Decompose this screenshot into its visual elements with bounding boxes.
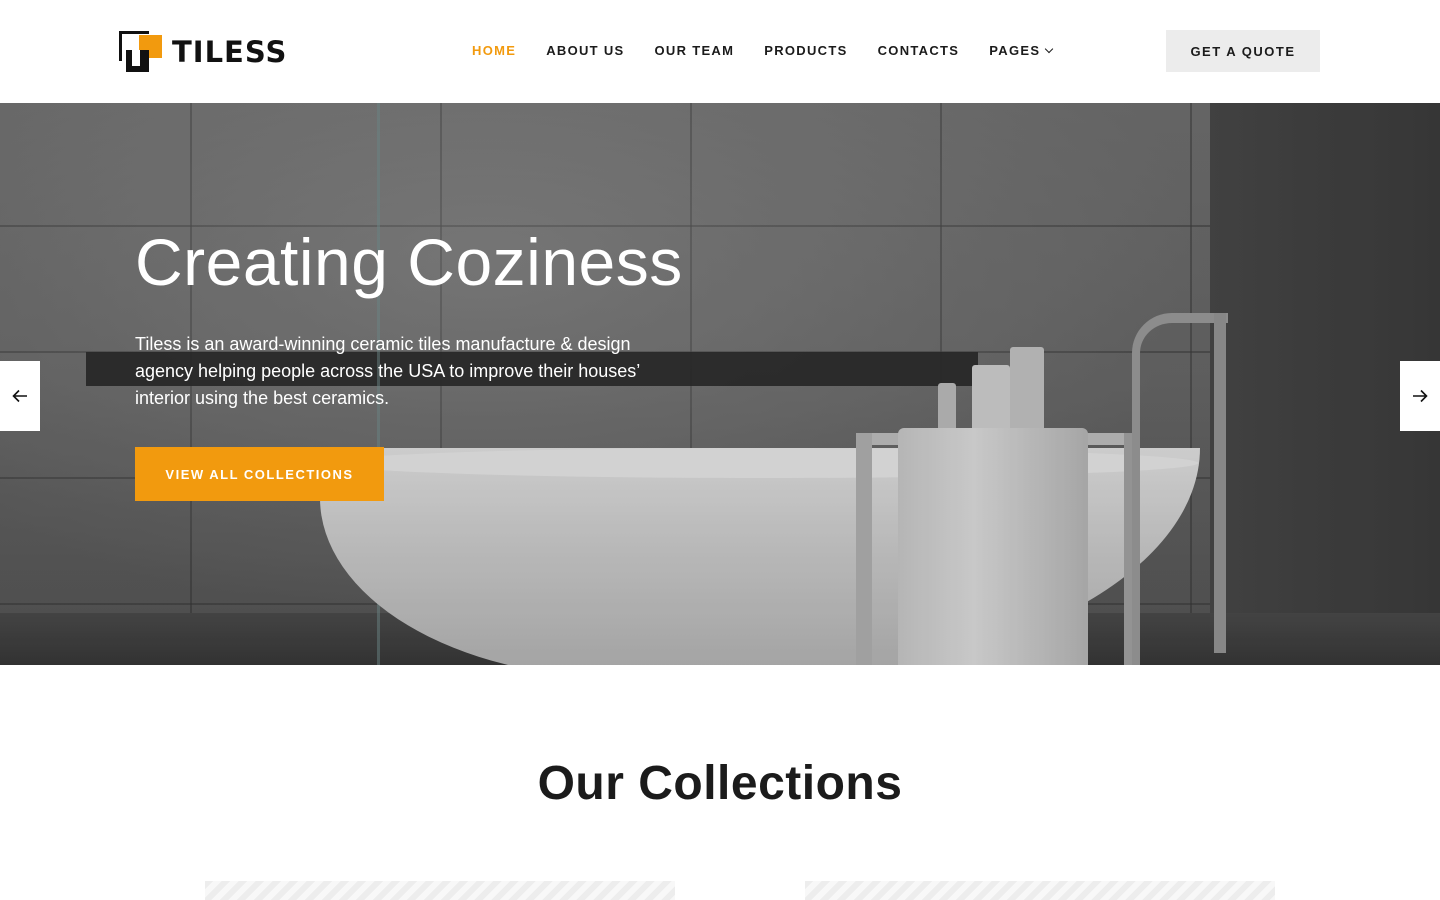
logo-icon	[119, 30, 163, 74]
arrow-right-icon	[1413, 389, 1428, 403]
main-nav: HOME ABOUT US OUR TEAM PRODUCTS CONTACTS…	[472, 43, 1082, 58]
brand-name: TILESS	[172, 34, 288, 69]
nav-item-products[interactable]: PRODUCTS	[764, 43, 847, 58]
arrow-left-icon	[12, 389, 27, 403]
nav-item-home[interactable]: HOME	[472, 43, 516, 58]
hero-title: Creating Coziness	[135, 225, 683, 299]
nav-item-our-team[interactable]: OUR TEAM	[655, 43, 735, 58]
get-a-quote-button[interactable]: GET A QUOTE	[1166, 30, 1320, 72]
site-header: TILESS HOME ABOUT US OUR TEAM PRODUCTS C…	[0, 0, 1440, 103]
slider-prev-button[interactable]	[0, 361, 40, 431]
collection-card-placeholder	[205, 881, 675, 900]
hero-slider: Creating Coziness Tiless is an award-win…	[0, 103, 1440, 665]
brand-logo[interactable]: TILESS	[119, 29, 287, 75]
hero-description: Tiless is an award-winning ceramic tiles…	[135, 334, 640, 408]
nav-item-pages[interactable]: PAGES	[989, 43, 1054, 58]
view-all-collections-button[interactable]: VIEW ALL COLLECTIONS	[135, 447, 384, 501]
slider-next-button[interactable]	[1400, 361, 1440, 431]
collection-card-placeholder	[805, 881, 1275, 900]
nav-item-about-us[interactable]: ABOUT US	[546, 43, 624, 58]
collections-title: Our Collections	[537, 757, 903, 810]
nav-item-pages-label: PAGES	[989, 43, 1041, 58]
chevron-down-icon	[1045, 44, 1054, 53]
nav-item-contacts[interactable]: CONTACTS	[878, 43, 960, 58]
